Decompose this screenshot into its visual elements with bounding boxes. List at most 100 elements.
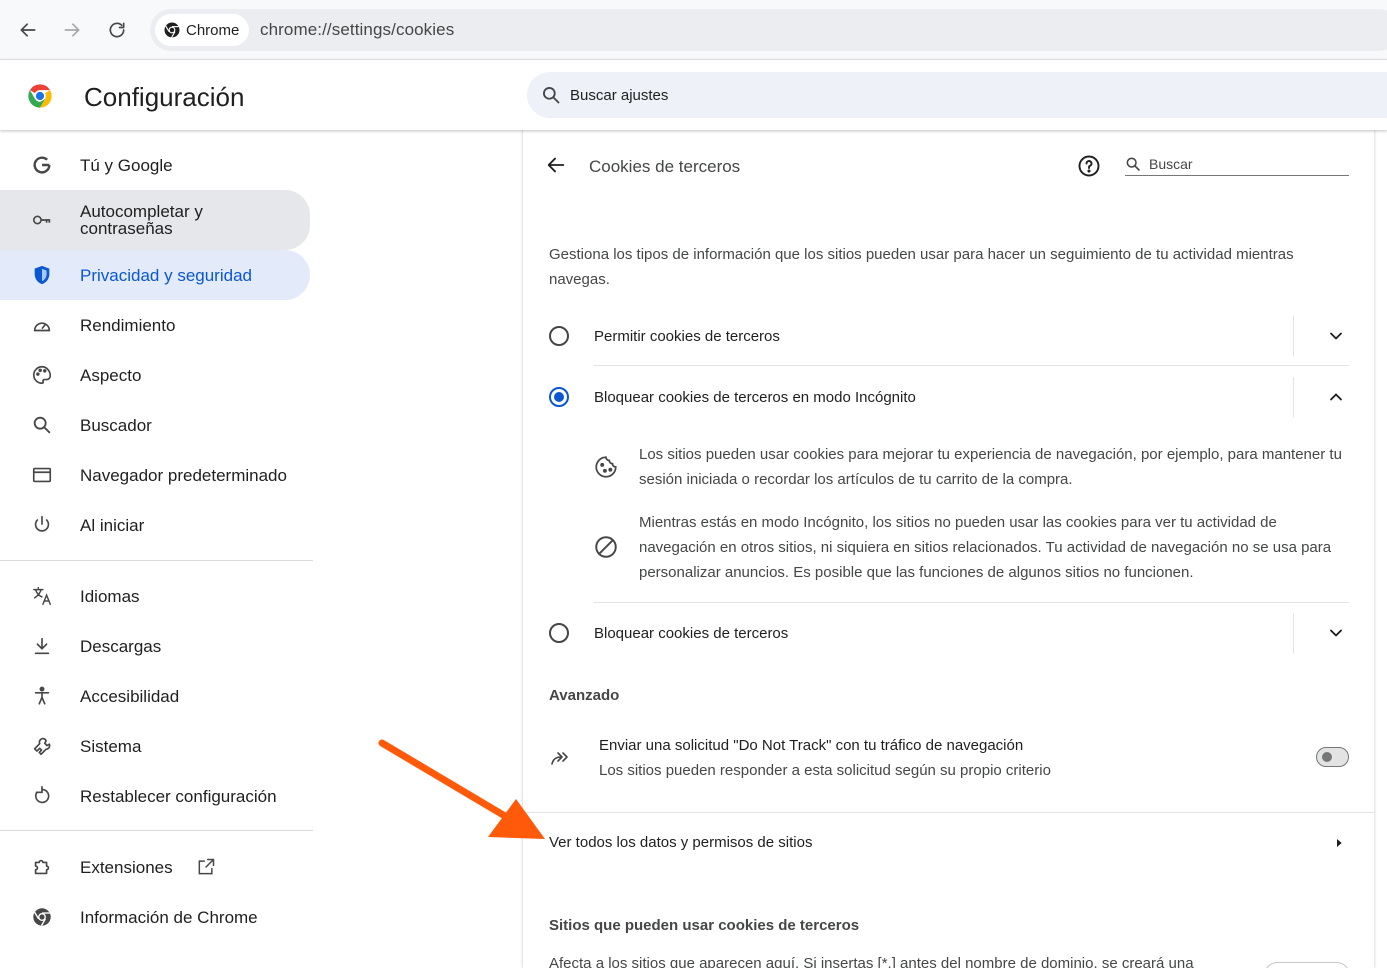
page-title: Configuración [84, 82, 245, 112]
search-icon [30, 413, 54, 437]
arrow-right-icon [64, 23, 80, 37]
sidebar-item-privacy[interactable]: Privacidad y seguridad [0, 250, 310, 300]
cookies-description: Gestiona los tipos de información que lo… [549, 246, 1294, 288]
divider [593, 365, 1349, 366]
chrome-logo-icon [30, 905, 54, 929]
chevron-down-icon[interactable] [1326, 326, 1346, 346]
url-text[interactable]: chrome://settings/cookies [260, 20, 454, 40]
settings-header: Configuración [0, 60, 1387, 130]
arrow-left-icon[interactable] [545, 154, 567, 176]
back-button[interactable] [10, 10, 46, 50]
sidebar-item-label: Idiomas [80, 586, 140, 606]
omnibox[interactable]: Chrome chrome://settings/cookies [150, 9, 1387, 51]
open-in-new-icon [198, 858, 215, 875]
sidebar-item-label: Sistema [80, 736, 142, 756]
sidebar-item-about-chrome[interactable]: Información de Chrome [0, 892, 310, 942]
sidebar-item-label: Buscador [80, 415, 152, 435]
sidebar-item-system[interactable]: Sistema [0, 721, 310, 771]
vertical-divider [1293, 377, 1294, 417]
option-label: Permitir cookies de terceros [594, 328, 780, 345]
sidebar-item-label: Accesibilidad [80, 686, 180, 706]
sidebar-item-reset[interactable]: Restablecer configuración [0, 771, 310, 821]
allowed-sites-title: Sitios que pueden usar cookies de tercer… [549, 917, 860, 934]
subpage-search-input[interactable] [1149, 155, 1339, 172]
sidebar-item-label: Aspecto [80, 365, 142, 385]
sidebar-item-extensions[interactable]: Extensiones [0, 842, 310, 892]
speedometer-icon [30, 313, 54, 337]
option-allow-third-party[interactable]: Permitir cookies de terceros [523, 306, 1374, 366]
sidebar-item-label: Descargas [80, 636, 162, 656]
forward-button[interactable] [54, 10, 90, 50]
puzzle-icon [30, 855, 54, 879]
sidebar-item-on-startup[interactable]: Al iniciar [0, 500, 310, 550]
add-site-button[interactable] [1263, 962, 1351, 968]
sidebar-divider [0, 560, 313, 561]
option-label: Bloquear cookies de terceros [594, 625, 789, 642]
block-icon [595, 536, 617, 558]
help-icon[interactable] [1077, 154, 1101, 178]
arrow-left-icon [20, 23, 36, 37]
search-icon [1126, 157, 1140, 171]
sidebar: Tú y Google Autocompletar y contraseñas … [0, 130, 313, 968]
reset-icon [30, 784, 54, 808]
sidebar-item-label: Rendimiento [80, 315, 176, 335]
subpage-header: Cookies de terceros [523, 130, 1374, 200]
sidebar-item-you-and-google[interactable]: Tú y Google [0, 140, 310, 190]
subpage-search[interactable] [1125, 152, 1349, 176]
download-icon [30, 634, 54, 658]
wrench-icon [30, 734, 54, 758]
annotation-arrow-icon [378, 739, 545, 839]
chevron-up-icon[interactable] [1326, 387, 1346, 407]
reload-icon [109, 22, 125, 38]
site-info-chip-label: Chrome [186, 21, 240, 39]
sidebar-item-default-browser[interactable]: Navegador predeterminado [0, 450, 310, 500]
google-g-icon [30, 153, 54, 177]
sidebar-item-label: Autocompletar y contraseñas [80, 202, 203, 238]
browser-toolbar: Chrome chrome://settings/cookies [0, 0, 1387, 60]
palette-icon [30, 363, 54, 387]
sidebar-item-accessibility[interactable]: Accesibilidad [0, 671, 310, 721]
expanded-detail-incognito: Mientras estás en modo Incógnito, los si… [593, 510, 1353, 590]
do-not-track-label: Enviar una solicitud "Do Not Track" con … [599, 737, 1024, 754]
do-not-track-sublabel: Los sitios pueden responder a esta solic… [599, 762, 1051, 779]
vertical-divider [1293, 316, 1294, 356]
option-block-incognito[interactable]: Bloquear cookies de terceros en modo Inc… [523, 367, 1374, 427]
power-icon [30, 513, 54, 537]
sidebar-item-label: Privacidad y seguridad [80, 265, 252, 285]
sidebar-item-languages[interactable]: Idiomas [0, 571, 310, 621]
radio-button[interactable] [549, 623, 569, 643]
shield-icon [30, 263, 54, 287]
option-block-third-party[interactable]: Bloquear cookies de terceros [523, 603, 1374, 663]
chevron-down-icon[interactable] [1326, 623, 1346, 643]
chrome-logo-icon [164, 22, 180, 38]
sidebar-item-label: Al iniciar [80, 515, 145, 535]
key-icon [30, 208, 54, 232]
detail-text: Los sitios pueden usar cookies para mejo… [639, 446, 1342, 488]
cookie-icon [595, 456, 617, 478]
settings-search-input[interactable] [570, 86, 970, 104]
sidebar-item-label: Extensiones [80, 857, 173, 877]
sidebar-item-search-engine[interactable]: Buscador [0, 400, 310, 450]
sidebar-item-performance[interactable]: Rendimiento [0, 300, 310, 350]
sidebar-item-autofill[interactable]: Autocompletar y contraseñas [0, 190, 310, 250]
reload-button[interactable] [99, 10, 135, 50]
chrome-logo-icon [28, 84, 52, 108]
detail-text: Mientras estás en modo Incógnito, los si… [639, 514, 1332, 581]
sidebar-item-label: Navegador predeterminado [80, 465, 287, 485]
sidebar-item-appearance[interactable]: Aspecto [0, 350, 310, 400]
settings-search[interactable] [527, 72, 1387, 118]
radio-button[interactable] [549, 326, 569, 346]
site-info-chip[interactable]: Chrome [155, 14, 250, 46]
option-label: Bloquear cookies de terceros en modo Inc… [594, 389, 916, 406]
sidebar-item-downloads[interactable]: Descargas [0, 621, 310, 671]
vertical-divider [1293, 613, 1294, 653]
translate-icon [30, 584, 54, 608]
advanced-section-title: Avanzado [549, 687, 620, 704]
radio-button-checked[interactable] [549, 387, 569, 407]
sidebar-item-label: Información de Chrome [80, 907, 258, 927]
do-not-track-toggle[interactable] [1316, 747, 1349, 767]
cookies-settings-card: Cookies de terceros Gestiona los tipos d… [523, 130, 1374, 968]
sidebar-item-label: Tú y Google [80, 155, 173, 175]
site-data-link-row[interactable]: Ver todos los datos y permisos de sitios [523, 812, 1374, 874]
sidebar-item-label: Restablecer configuración [80, 786, 277, 806]
